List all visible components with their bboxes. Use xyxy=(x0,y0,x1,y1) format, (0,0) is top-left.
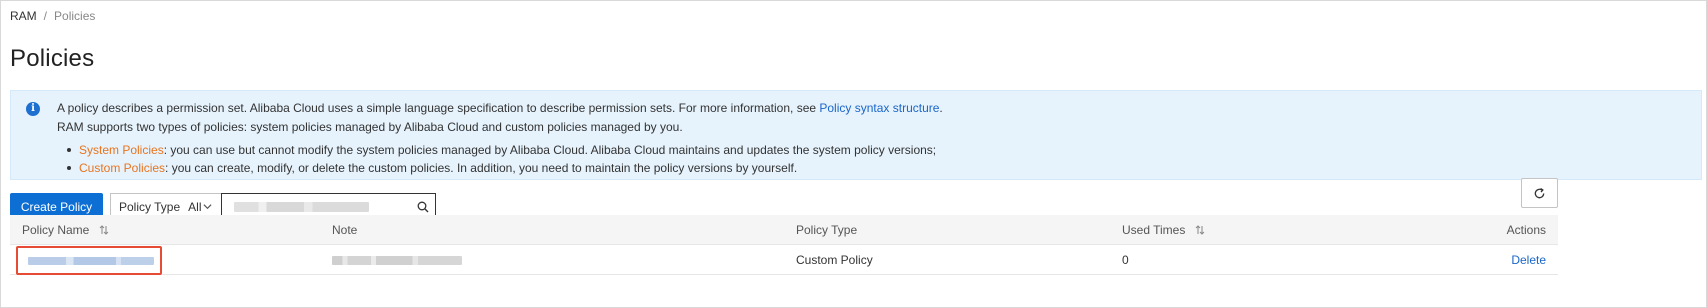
header-policy-name[interactable]: Policy Name xyxy=(22,215,109,245)
table-header: Policy Name Note Policy Type Used Times … xyxy=(10,215,1558,245)
refresh-button[interactable] xyxy=(1521,178,1558,208)
sort-icon[interactable] xyxy=(99,225,109,235)
header-policy-type: Policy Type xyxy=(796,223,858,237)
row-actions: Delete xyxy=(1511,245,1546,275)
delete-link[interactable]: Delete xyxy=(1511,253,1546,267)
header-used-times-label: Used Times xyxy=(1122,223,1186,237)
chevron-down-icon xyxy=(203,204,212,210)
notice-bullets: System Policies: you can use but cannot … xyxy=(67,141,936,177)
table-row: Custom Policy 0 Delete xyxy=(10,245,1558,275)
custom-policies-label: Custom Policies xyxy=(79,161,166,175)
notice-line-1-text: A policy describes a permission set. Ali… xyxy=(57,101,820,115)
breadcrumb: RAM / Policies xyxy=(10,9,95,23)
notice-line-2: RAM supports two types of policies: syst… xyxy=(57,120,683,134)
system-policies-text: : you can use but cannot modify the syst… xyxy=(163,143,937,157)
bullet-custom-policies: Custom Policies: you can create, modify,… xyxy=(67,159,936,177)
header-policy-name-label: Policy Name xyxy=(22,223,90,237)
custom-policies-text: : you can create, modify, or delete the … xyxy=(165,161,798,175)
policy-name-highlight xyxy=(16,246,162,275)
search-icon[interactable] xyxy=(417,201,429,213)
notice-line-1-end: . xyxy=(939,101,943,115)
breadcrumb-ram-link[interactable]: RAM xyxy=(10,9,37,23)
row-policy-type: Custom Policy xyxy=(796,253,873,267)
breadcrumb-current: Policies xyxy=(54,9,96,23)
breadcrumb-separator: / xyxy=(43,9,48,23)
header-used-times[interactable]: Used Times xyxy=(1122,215,1205,245)
policy-syntax-link[interactable]: Policy syntax structure xyxy=(819,101,939,115)
notice-line-1: A policy describes a permission set. Ali… xyxy=(57,101,943,115)
policies-table: Policy Name Note Policy Type Used Times … xyxy=(10,215,1558,275)
info-icon: i xyxy=(26,102,40,116)
header-note: Note xyxy=(332,223,358,237)
system-policies-label: System Policies xyxy=(79,143,164,157)
refresh-icon xyxy=(1534,187,1545,198)
header-actions: Actions xyxy=(1506,223,1546,237)
policy-type-value: All xyxy=(188,200,202,214)
note-redacted-text xyxy=(332,256,462,265)
row-used-times: 0 xyxy=(1122,253,1129,267)
policy-name-link[interactable] xyxy=(28,257,154,265)
bullet-system-policies: System Policies: you can use but cannot … xyxy=(67,141,936,159)
page-title: Policies xyxy=(10,45,95,72)
sort-icon[interactable] xyxy=(1195,225,1205,235)
policy-type-label: Policy Type xyxy=(119,200,181,214)
info-notice: i A policy describes a permission set. A… xyxy=(10,90,1702,180)
